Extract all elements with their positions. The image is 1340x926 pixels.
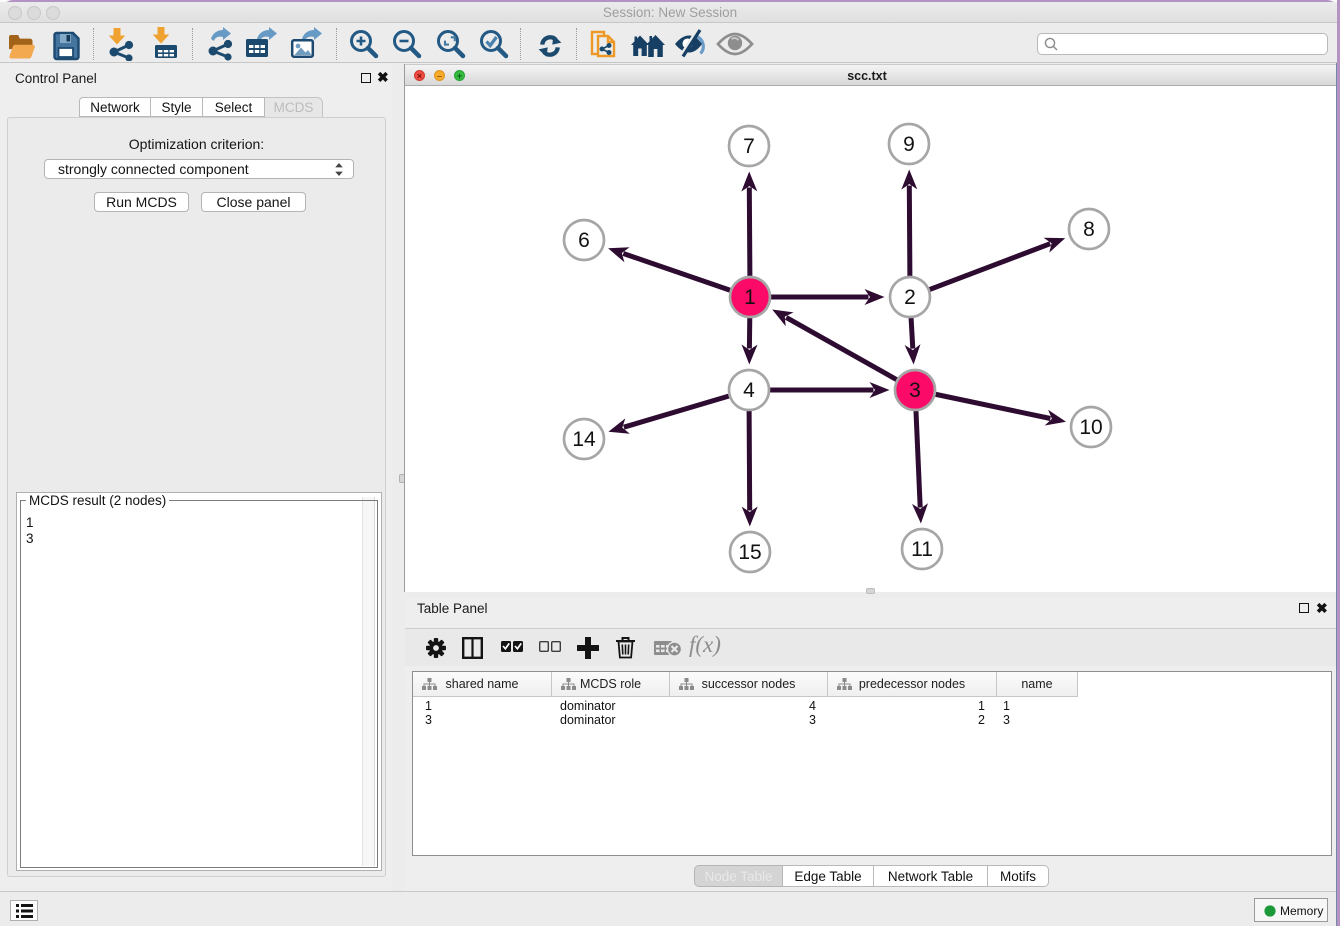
- svg-text:11: 11: [911, 538, 933, 561]
- svg-text:6: 6: [578, 229, 590, 252]
- svg-text:15: 15: [738, 541, 761, 564]
- svg-text:2: 2: [904, 286, 916, 309]
- svg-text:7: 7: [743, 135, 755, 158]
- svg-text:8: 8: [1083, 218, 1095, 241]
- svg-text:10: 10: [1079, 416, 1102, 439]
- svg-text:3: 3: [909, 379, 921, 402]
- svg-text:1: 1: [744, 286, 756, 309]
- svg-text:9: 9: [903, 133, 915, 156]
- svg-text:14: 14: [572, 428, 596, 451]
- svg-text:4: 4: [743, 379, 755, 402]
